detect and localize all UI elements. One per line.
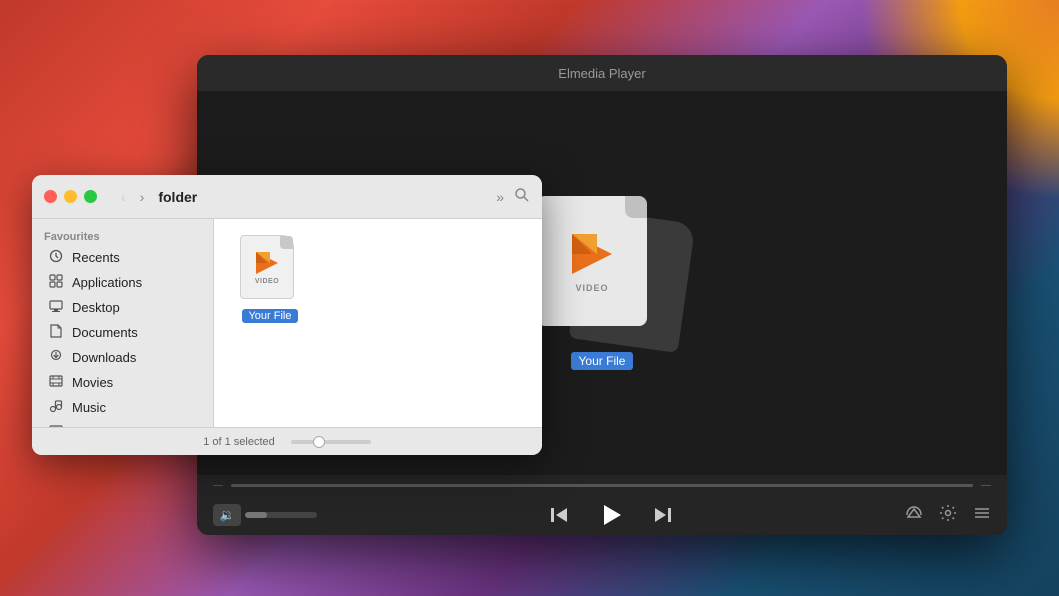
search-icon — [514, 187, 530, 203]
volume-button[interactable]: 🔉 — [213, 504, 241, 526]
finder-file-paper: VIDEO — [240, 235, 294, 299]
finder-file-ext: VIDEO — [255, 278, 279, 285]
sidebar-item-recents[interactable]: Recents — [36, 245, 209, 270]
downloads-icon — [48, 349, 64, 366]
sidebar-item-movies[interactable]: Movies — [36, 370, 209, 395]
maximize-button[interactable] — [84, 190, 97, 203]
zoom-slider[interactable] — [291, 440, 371, 444]
sidebar-section-favourites: Favourites — [32, 227, 213, 245]
progress-left: — — [213, 480, 223, 491]
finder-file-corner — [280, 236, 293, 249]
elmedia-logo-large — [567, 229, 617, 279]
big-file-ext: VIDEO — [575, 283, 608, 293]
controls-row: 🔉 — [213, 495, 991, 535]
player-title: Elmedia Player — [558, 66, 645, 81]
big-file-corner — [625, 196, 647, 218]
progress-track[interactable] — [231, 484, 973, 487]
traffic-lights — [44, 190, 97, 203]
finder-content: VIDEO Your File — [214, 219, 542, 427]
downloads-label: Downloads — [72, 350, 136, 365]
controls-right — [905, 504, 991, 527]
playlist-icon — [973, 504, 991, 522]
finder-file-icon-container: VIDEO — [240, 235, 300, 305]
finder-window: ‹ › folder » Favourites Recents — [32, 175, 542, 455]
sidebar-item-desktop[interactable]: Desktop — [36, 295, 209, 320]
sidebar-item-pictures[interactable]: Pictures — [36, 420, 209, 427]
progress-right: — — [981, 480, 991, 491]
finder-file-name: Your File — [242, 309, 297, 323]
back-button[interactable]: ‹ — [117, 187, 130, 207]
sidebar-item-downloads[interactable]: Downloads — [36, 345, 209, 370]
sidebar-item-applications[interactable]: Applications — [36, 270, 209, 295]
more-button[interactable]: » — [496, 189, 504, 205]
airplay-icon — [905, 504, 923, 522]
recents-label: Recents — [72, 250, 120, 265]
next-icon — [653, 505, 673, 525]
finder-titlebar: ‹ › folder » — [32, 175, 542, 219]
documents-icon — [48, 324, 64, 341]
big-file-main: VIDEO — [537, 196, 647, 326]
play-button[interactable] — [595, 499, 627, 531]
airplay-button[interactable] — [905, 504, 923, 527]
applications-icon — [48, 274, 64, 291]
volume-fill — [245, 512, 267, 518]
elmedia-logo-small — [254, 250, 280, 276]
zoom-slider-thumb — [313, 436, 325, 448]
controls-center — [543, 499, 679, 531]
applications-label: Applications — [72, 275, 142, 290]
movies-icon — [48, 374, 64, 391]
prev-button[interactable] — [543, 499, 575, 531]
finder-file-item[interactable]: VIDEO Your File — [230, 235, 310, 323]
forward-button[interactable]: › — [136, 187, 149, 207]
desktop-icon — [48, 299, 64, 316]
finder-nav: ‹ › folder — [117, 187, 197, 207]
search-button[interactable] — [514, 187, 530, 206]
settings-button[interactable] — [939, 504, 957, 527]
movies-label: Movies — [72, 375, 113, 390]
player-controls: — — 🔉 — [197, 475, 1007, 535]
playlist-button[interactable] — [973, 504, 991, 527]
player-file-icon: VIDEO Your File — [537, 196, 667, 370]
minimize-button[interactable] — [64, 190, 77, 203]
volume-bar[interactable] — [245, 512, 317, 518]
sidebar-item-documents[interactable]: Documents — [36, 320, 209, 345]
finder-statusbar: 1 of 1 selected — [32, 427, 542, 455]
volume-icon: 🔉 — [220, 508, 235, 522]
music-label: Music — [72, 400, 106, 415]
player-titlebar: Elmedia Player — [197, 55, 1007, 91]
selection-status: 1 of 1 selected — [203, 436, 275, 448]
progress-bar-row: — — — [213, 475, 991, 495]
play-icon — [599, 503, 623, 527]
sidebar-item-music[interactable]: Music — [36, 395, 209, 420]
finder-sidebar: Favourites Recents Applications Desktop — [32, 219, 214, 427]
music-icon — [48, 399, 64, 416]
next-button[interactable] — [647, 499, 679, 531]
desktop-label: Desktop — [72, 300, 120, 315]
recents-icon — [48, 249, 64, 266]
documents-label: Documents — [72, 325, 138, 340]
settings-icon — [939, 504, 957, 522]
big-file-icon-container: VIDEO — [537, 196, 667, 346]
player-file-name: Your File — [571, 352, 634, 370]
controls-left: 🔉 — [213, 504, 317, 526]
finder-nav-right: » — [496, 187, 530, 206]
close-button[interactable] — [44, 190, 57, 203]
folder-title: folder — [158, 189, 197, 205]
prev-icon — [549, 505, 569, 525]
finder-body: Favourites Recents Applications Desktop — [32, 219, 542, 427]
